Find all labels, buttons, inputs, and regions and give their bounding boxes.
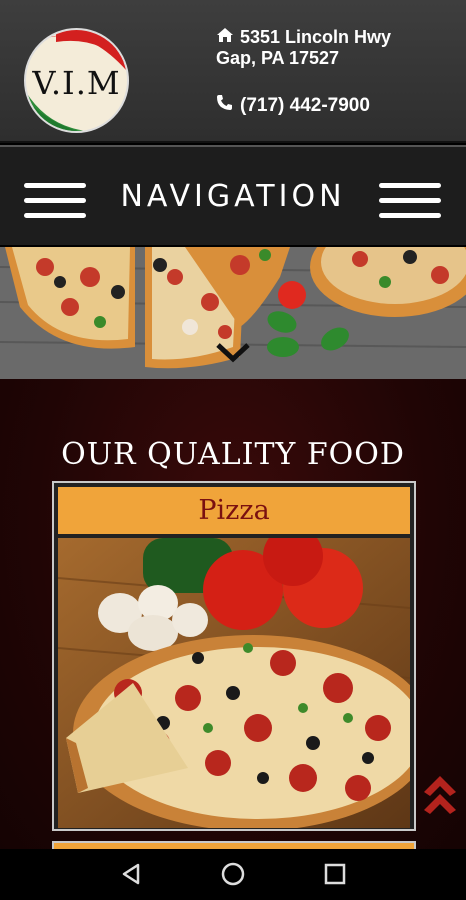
header: V.I.M 5351 Lincoln Hwy Gap, PA 17527 (71… [0,0,466,143]
content-section: OUR QUALITY FOOD Pizza [0,379,466,851]
address-line-1: 5351 Lincoln Hwy [240,27,392,47]
navigation-bar: NAVIGATION [0,145,466,245]
home-icon [216,27,236,48]
home-circle-icon[interactable] [220,861,246,887]
address-line-2: Gap, PA 17527 [216,48,340,68]
menu-icon[interactable] [379,183,441,221]
recents-icon[interactable] [322,861,348,887]
card-title[interactable]: Pizza [58,487,410,534]
system-navigation-bar [0,849,466,900]
phone-link[interactable]: (717) 442-7900 [216,94,370,117]
address-block[interactable]: 5351 Lincoln Hwy Gap, PA 17527 [216,27,391,69]
logo-text: V.I.M [32,64,121,102]
hero-banner [0,247,466,379]
section-title: OUR QUALITY FOOD [61,437,405,472]
menu-card-pizza[interactable]: Pizza [52,481,416,831]
hero-pizza-image [0,247,466,379]
back-icon[interactable] [118,861,144,887]
pizza-image[interactable] [58,538,410,828]
phone-icon [216,94,236,117]
scroll-to-top-icon[interactable] [420,770,460,818]
logo[interactable]: V.I.M [24,28,129,133]
phone-number: (717) 442-7900 [240,94,370,116]
